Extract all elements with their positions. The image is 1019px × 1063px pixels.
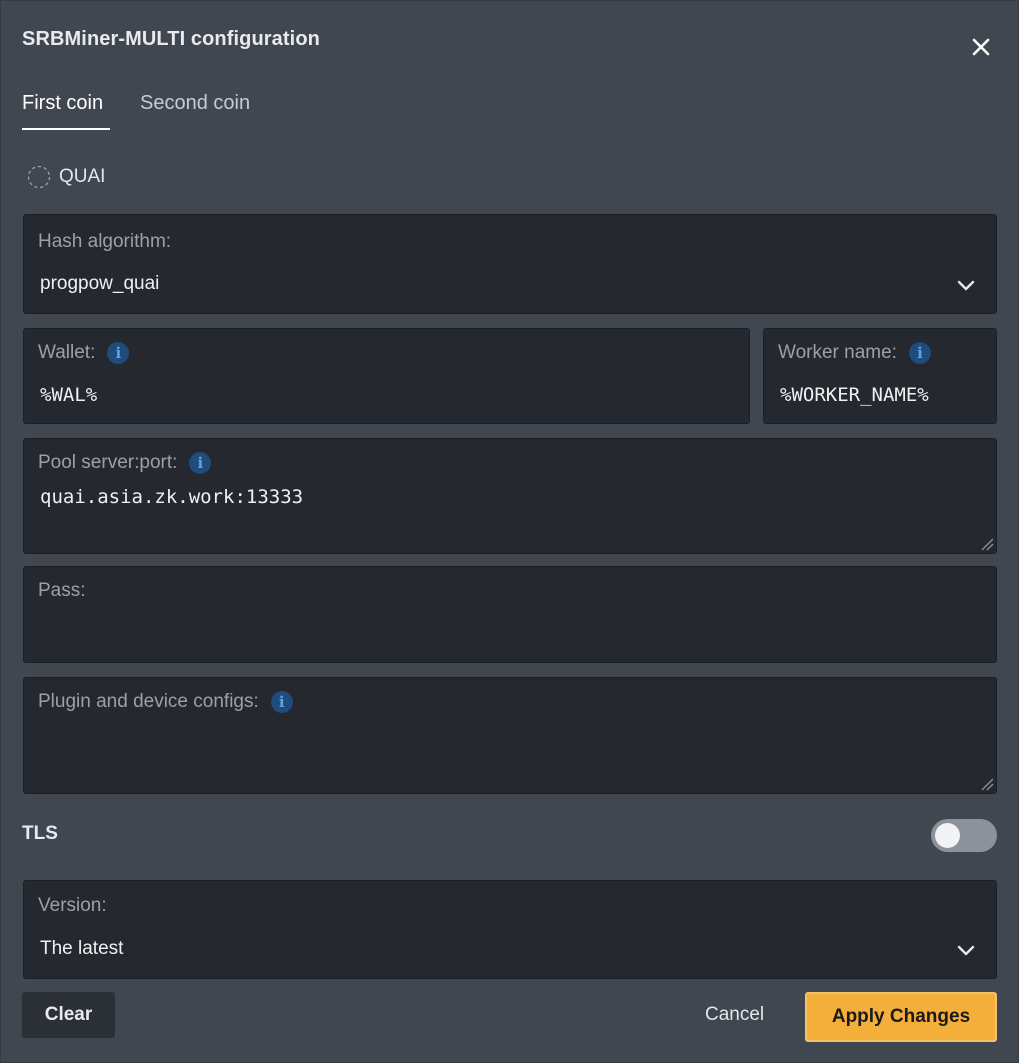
- coin-row: QUAI: [27, 164, 105, 190]
- tab-first-coin[interactable]: First coin: [22, 92, 103, 115]
- version-label: Version:: [38, 895, 107, 916]
- pass-label: Pass:: [38, 580, 86, 601]
- wallet-value: %WAL%: [40, 384, 98, 406]
- resize-handle-icon[interactable]: [980, 537, 994, 551]
- dashed-circle-icon: [27, 165, 51, 189]
- tls-label: TLS: [22, 823, 58, 844]
- worker-name-label: Worker name: i: [778, 342, 931, 364]
- resize-handle-icon[interactable]: [980, 777, 994, 791]
- wallet-field[interactable]: Wallet: i %WAL%: [23, 328, 750, 424]
- plugin-configs-textarea[interactable]: Plugin and device configs: i: [23, 677, 997, 794]
- toggle-knob: [935, 823, 960, 848]
- hash-algorithm-label: Hash algorithm:: [38, 231, 172, 252]
- tab-second-coin[interactable]: Second coin: [140, 92, 250, 115]
- active-tab-indicator: [22, 128, 110, 130]
- wallet-label-text: Wallet:: [38, 342, 96, 363]
- tls-toggle[interactable]: [931, 819, 997, 852]
- chevron-down-icon: [957, 280, 975, 291]
- version-value: The latest: [40, 938, 124, 959]
- info-icon[interactable]: i: [107, 342, 130, 364]
- info-icon[interactable]: i: [189, 452, 212, 474]
- info-icon[interactable]: i: [908, 342, 931, 364]
- clear-button[interactable]: Clear: [22, 992, 115, 1038]
- worker-name-field[interactable]: Worker name: i %WORKER_NAME%: [763, 328, 997, 424]
- version-select[interactable]: Version: The latest: [23, 880, 997, 979]
- chevron-down-icon: [957, 945, 975, 956]
- hash-algorithm-value: progpow_quai: [40, 273, 160, 294]
- pass-field[interactable]: Pass:: [23, 566, 997, 663]
- pool-server-value: quai.asia.zk.work:13333: [40, 486, 304, 508]
- wallet-label: Wallet: i: [38, 342, 130, 364]
- cancel-button[interactable]: Cancel: [705, 1004, 764, 1026]
- apply-changes-button[interactable]: Apply Changes: [805, 992, 997, 1042]
- coin-name: QUAI: [59, 166, 106, 187]
- configuration-dialog: SRBMiner-MULTI configuration First coin …: [0, 0, 1019, 1063]
- worker-name-value: %WORKER_NAME%: [780, 384, 929, 406]
- pool-server-label-text: Pool server:port:: [38, 452, 178, 473]
- dialog-title: SRBMiner-MULTI configuration: [22, 28, 320, 50]
- info-icon[interactable]: i: [270, 691, 293, 713]
- close-icon[interactable]: [968, 34, 994, 60]
- plugin-configs-label-text: Plugin and device configs:: [38, 691, 259, 712]
- worker-name-label-text: Worker name:: [778, 342, 897, 363]
- pool-server-label: Pool server:port: i: [38, 452, 212, 474]
- plugin-configs-label: Plugin and device configs: i: [38, 691, 293, 713]
- pool-server-textarea[interactable]: Pool server:port: i quai.asia.zk.work:13…: [23, 438, 997, 554]
- hash-algorithm-select[interactable]: Hash algorithm: progpow_quai: [23, 214, 997, 314]
